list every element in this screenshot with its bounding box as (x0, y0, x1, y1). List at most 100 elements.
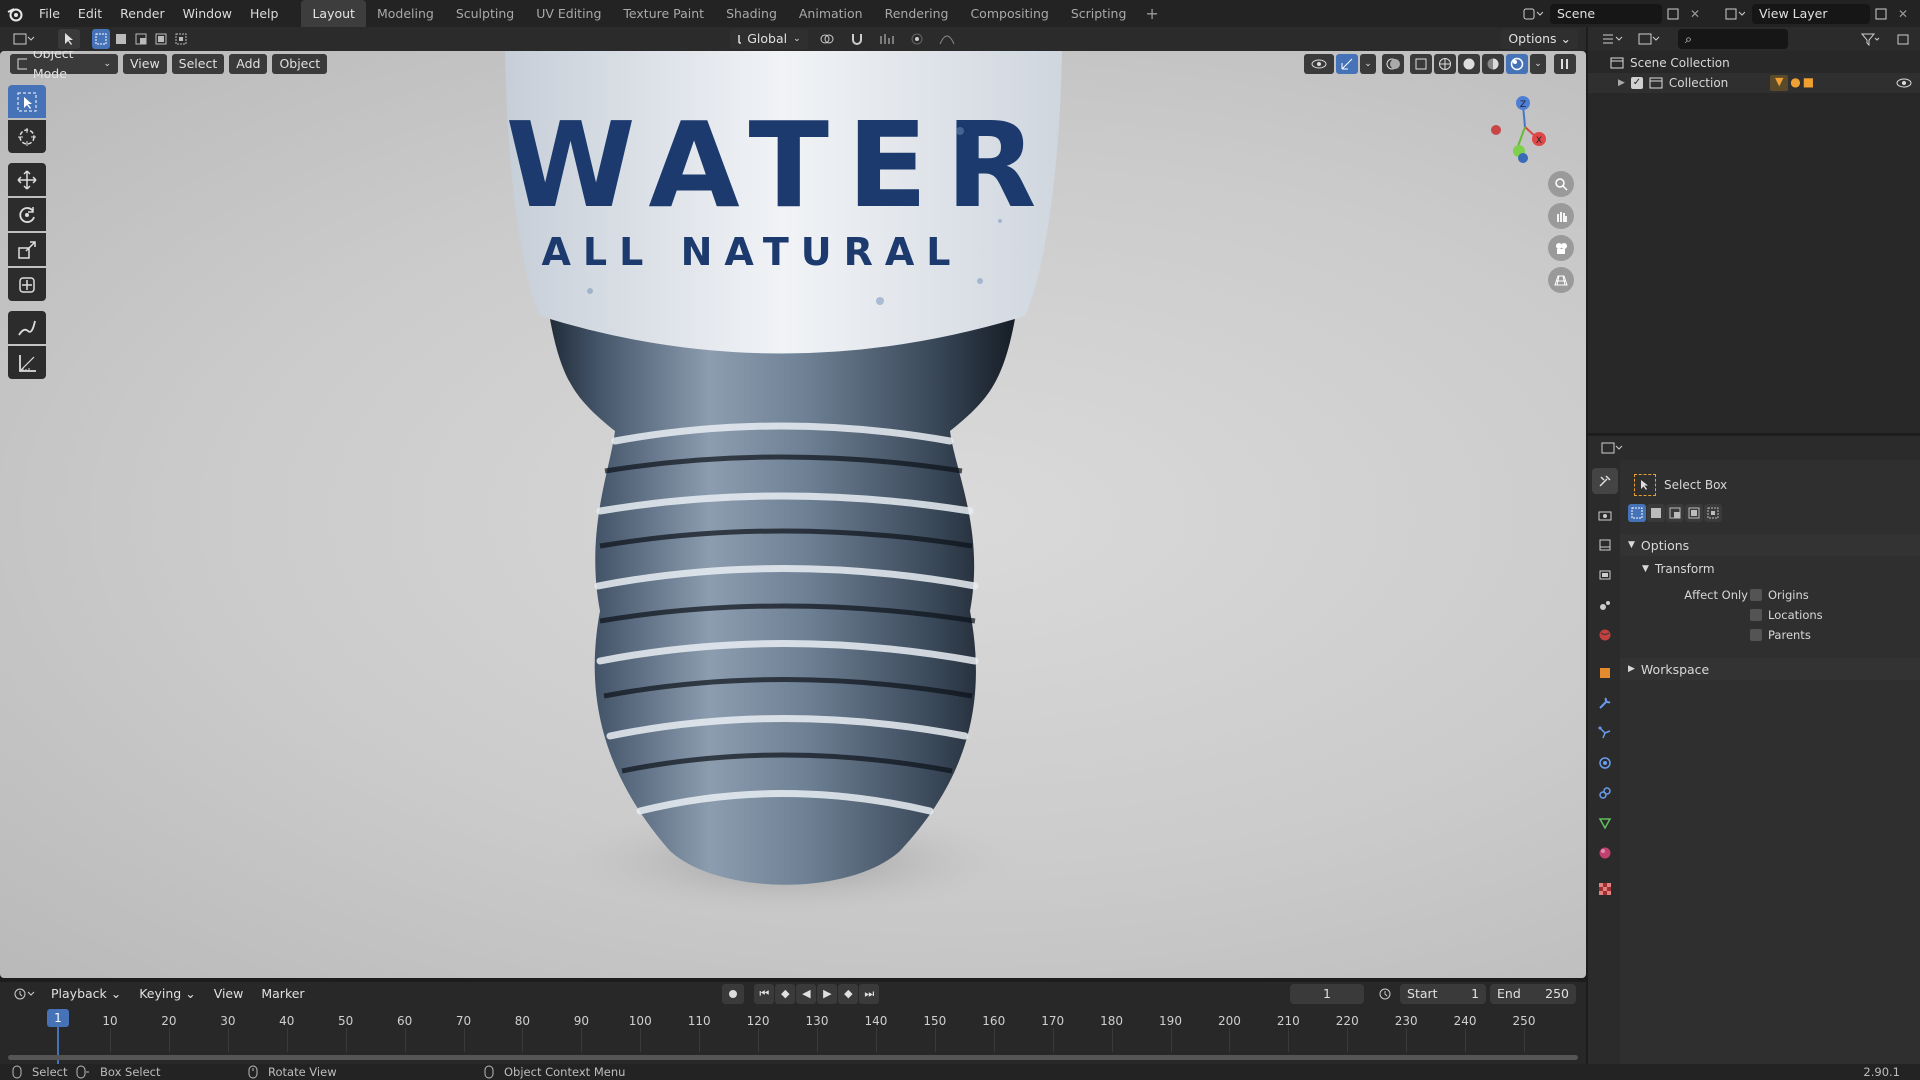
menu-help[interactable]: Help (241, 0, 288, 27)
properties-editor-type-icon[interactable] (1596, 438, 1628, 458)
tab-modeling[interactable]: Modeling (366, 0, 445, 27)
parents-checkbox-row[interactable]: Parents (1750, 628, 1811, 642)
origins-checkbox-row[interactable]: Origins (1750, 588, 1809, 602)
material-tab-icon[interactable] (1592, 840, 1618, 866)
move-tool-icon[interactable] (8, 163, 46, 196)
mode-difference-icon[interactable] (1685, 504, 1703, 522)
tab-uv-editing[interactable]: UV Editing (525, 0, 612, 27)
shading-dropdown-icon[interactable]: ⌄ (1530, 54, 1546, 74)
camera-view-icon[interactable] (1548, 235, 1574, 261)
delete-view-layer-icon[interactable]: ✕ (1892, 4, 1914, 24)
add-menu[interactable]: Add (229, 54, 268, 74)
tab-sculpting[interactable]: Sculpting (445, 0, 525, 27)
tab-compositing[interactable]: Compositing (959, 0, 1059, 27)
xray-toggle-icon[interactable] (1410, 54, 1432, 74)
new-collection-icon[interactable] (1892, 29, 1914, 49)
visibility-icon[interactable] (1304, 54, 1334, 74)
new-view-layer-icon[interactable] (1870, 4, 1892, 24)
gizmo-toggle-icon[interactable] (1336, 54, 1358, 74)
snap-target-icon[interactable] (872, 29, 902, 49)
collection-checkbox[interactable]: ✓ (1630, 77, 1643, 89)
transform-orientation-dropdown[interactable]: Global ⌄ (729, 29, 808, 49)
display-mode-icon[interactable] (1634, 29, 1664, 49)
origins-checkbox[interactable] (1750, 589, 1762, 601)
view-menu[interactable]: View (123, 54, 167, 74)
cursor-tool-icon[interactable] (8, 120, 46, 153)
pan-hand-icon[interactable] (1548, 203, 1574, 229)
select-mode-subtract-icon[interactable] (132, 29, 150, 49)
menu-file[interactable]: File (30, 0, 69, 27)
physics-tab-icon[interactable] (1592, 750, 1618, 776)
proportional-editing-icon[interactable] (906, 29, 928, 49)
material-preview-icon[interactable] (1482, 54, 1504, 74)
new-scene-icon[interactable] (1662, 4, 1684, 24)
modifier-tab-icon[interactable] (1592, 690, 1618, 716)
particles-tab-icon[interactable] (1592, 720, 1618, 746)
select-mode-invert-icon[interactable] (152, 29, 170, 49)
snap-toggle-icon[interactable] (846, 29, 868, 49)
locations-checkbox[interactable] (1750, 609, 1762, 621)
menu-window[interactable]: Window (174, 0, 241, 27)
workspace-panel-header[interactable]: ▶ Workspace (1620, 658, 1920, 680)
add-workspace-button[interactable]: + (1137, 4, 1166, 23)
scene-selector-icon[interactable] (1518, 4, 1548, 24)
rendered-shading-icon[interactable] (1506, 54, 1528, 74)
render-tab-icon[interactable] (1592, 502, 1618, 528)
zoom-icon[interactable] (1548, 171, 1574, 197)
pivot-point-icon[interactable] (812, 29, 842, 49)
select-mode-extend-icon[interactable] (112, 29, 130, 49)
timeline-ruler[interactable]: 10 20 30 40 50 60 70 80 90 100 110 120 130 140 150 160 1… (0, 982, 1586, 1064)
perspective-toggle-icon[interactable] (1548, 267, 1574, 293)
select-mode-intersect-icon[interactable] (172, 29, 190, 49)
parents-checkbox[interactable] (1750, 629, 1762, 641)
locations-checkbox-row[interactable]: Locations (1750, 608, 1823, 622)
wireframe-shading-icon[interactable] (1434, 54, 1456, 74)
outliner-row-collection[interactable]: ▶ ✓ Collection ▼ ● ■ (1588, 73, 1920, 93)
view-layer-name-field[interactable]: View Layer (1752, 3, 1870, 24)
data-tab-icon[interactable] (1592, 810, 1618, 836)
outliner-editor-type-icon[interactable] (1596, 29, 1628, 49)
transform-subpanel-header[interactable]: ▼ Transform (1620, 558, 1920, 580)
options-panel-header[interactable]: ▼ Options (1620, 534, 1920, 556)
expand-arrow-icon[interactable]: ▶ (1618, 78, 1625, 88)
overlay-toggle-icon[interactable] (1382, 54, 1404, 74)
mode-set-icon[interactable] (1628, 504, 1646, 522)
scene-name-field[interactable]: Scene (1550, 3, 1662, 24)
tab-scripting[interactable]: Scripting (1060, 0, 1138, 27)
object-menu[interactable]: Object (272, 54, 328, 74)
tab-shading[interactable]: Shading (715, 0, 788, 27)
3d-viewport[interactable]: WATER ALL NATURAL Object Mode ⌄ View Sel… (0, 51, 1586, 978)
navigation-gizmo[interactable]: X Z (1480, 93, 1570, 173)
select-box-tool-icon[interactable] (8, 85, 46, 118)
object-mode-dropdown[interactable]: Object Mode ⌄ (10, 51, 118, 81)
object-tab-icon[interactable] (1592, 660, 1618, 686)
scale-tool-icon[interactable] (8, 233, 46, 266)
view-layer-tab-icon[interactable] (1592, 562, 1618, 588)
menu-edit[interactable]: Edit (69, 0, 111, 27)
constraints-tab-icon[interactable] (1592, 780, 1618, 806)
tool-tab-icon[interactable] (1592, 468, 1618, 494)
solid-shading-icon[interactable] (1458, 54, 1480, 74)
options-dropdown[interactable]: Options ⌄ (1501, 29, 1578, 49)
rotate-tool-icon[interactable] (8, 198, 46, 231)
mode-subtract-icon[interactable] (1666, 504, 1684, 522)
mode-extend-icon[interactable] (1647, 504, 1665, 522)
view-layer-selector-icon[interactable] (1720, 4, 1750, 24)
filter-object-icon[interactable]: ▼ (1770, 75, 1789, 91)
outliner-search-input[interactable]: ⌕ (1678, 29, 1788, 49)
tab-texture-paint[interactable]: Texture Paint (612, 0, 715, 27)
toggle-sidebar-icon[interactable] (1554, 54, 1576, 74)
annotate-tool-icon[interactable] (8, 311, 46, 344)
mode-intersect-icon[interactable] (1704, 504, 1722, 522)
select-mode-new-icon[interactable] (92, 29, 110, 49)
tab-rendering[interactable]: Rendering (874, 0, 960, 27)
transform-tool-icon[interactable] (8, 268, 46, 301)
select-menu[interactable]: Select (171, 54, 225, 74)
filter-icon[interactable] (1856, 29, 1886, 49)
texture-tab-icon[interactable] (1592, 876, 1618, 902)
menu-render[interactable]: Render (111, 0, 174, 27)
tab-animation[interactable]: Animation (788, 0, 874, 27)
visibility-eye-icon[interactable] (1896, 77, 1912, 89)
outliner-row-scene-collection[interactable]: Scene Collection (1588, 53, 1920, 73)
editor-type-icon[interactable] (8, 29, 40, 49)
